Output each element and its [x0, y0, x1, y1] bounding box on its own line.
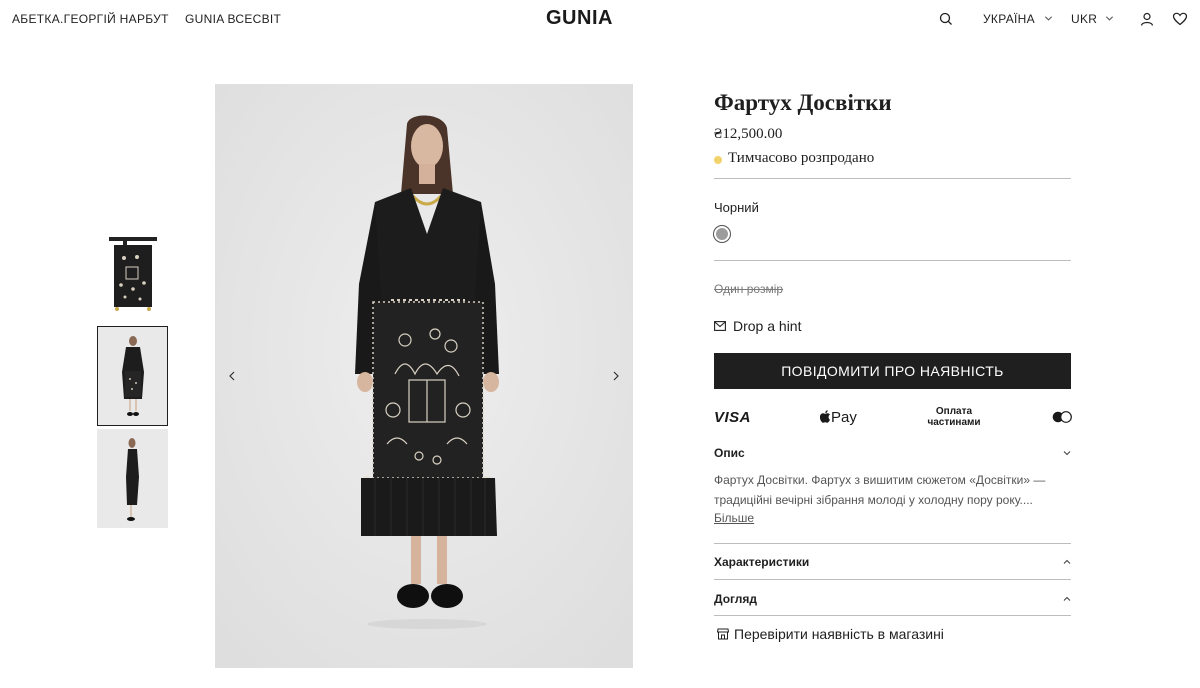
chevron-down-icon[interactable]: [1044, 14, 1053, 23]
language-select[interactable]: UKR: [1071, 12, 1097, 26]
site-header: АБЕТКА.ГЕОРГІЙ НАРБУТ GUNIA ВСЕСВІТ GUNI…: [0, 0, 1200, 38]
chevron-up-icon[interactable]: [1062, 594, 1072, 604]
brand-logo[interactable]: GUNIA: [546, 7, 613, 30]
model-side-image: [97, 429, 168, 528]
apple-pay-label: Pay: [831, 409, 857, 426]
apple-pay-logo: Pay: [819, 409, 857, 426]
apron-image: [109, 237, 157, 311]
product-price: ₴12,500.00: [714, 126, 783, 142]
drop-a-hint-link[interactable]: Drop a hint: [714, 318, 801, 334]
divider: [714, 579, 1071, 580]
care-accordion-title[interactable]: Догляд: [714, 592, 757, 606]
monobank-icon: [1052, 411, 1072, 423]
divider: [714, 543, 1071, 544]
nav-link-gunia-vsesvit[interactable]: GUNIA ВСЕСВІТ: [185, 12, 281, 26]
model-front-image: [98, 327, 167, 425]
nav-link-abetka[interactable]: АБЕТКА.ГЕОРГІЙ НАРБУТ: [12, 12, 169, 26]
product-title: Фартух Досвітки: [714, 90, 892, 115]
apple-icon: [819, 410, 830, 423]
drop-a-hint-label: Drop a hint: [733, 318, 802, 334]
region-select[interactable]: УКРАЇНА: [983, 12, 1035, 26]
search-icon[interactable]: [938, 11, 954, 27]
model-photo: [215, 84, 633, 668]
description-text: Фартух Досвітки. Фартух з вишитим сюжето…: [714, 473, 1046, 507]
notify-availability-button[interactable]: ПОВІДОМИТИ ПРО НАЯВНІСТЬ: [714, 353, 1071, 389]
check-store-label: Перевірити наявність в магазині: [734, 626, 944, 642]
heart-icon[interactable]: [1172, 11, 1188, 27]
color-swatch-black[interactable]: [713, 225, 731, 243]
store-icon: [717, 628, 729, 640]
divider: [714, 260, 1071, 261]
characteristics-accordion-title[interactable]: Характеристики: [714, 555, 809, 569]
chevron-up-icon[interactable]: [1062, 557, 1072, 567]
divider: [714, 178, 1071, 179]
chevron-down-icon[interactable]: [1105, 14, 1114, 23]
next-image-arrow-icon[interactable]: [606, 366, 626, 386]
previous-image-arrow-icon[interactable]: [222, 366, 242, 386]
read-more-link[interactable]: Більше: [714, 511, 754, 525]
description-accordion-title[interactable]: Опис: [714, 446, 745, 460]
chevron-down-icon[interactable]: [1062, 448, 1072, 458]
divider: [714, 615, 1071, 616]
installments-line-2: частинами: [927, 417, 981, 428]
stock-status: Тимчасово розпродано: [728, 150, 875, 166]
thumbnail-model-side[interactable]: [97, 429, 168, 528]
thumbnail-apron[interactable]: [97, 233, 168, 313]
visa-logo: VISA: [714, 409, 752, 426]
product-main-image: [215, 84, 633, 668]
size-option[interactable]: Один розмір: [714, 282, 783, 296]
thumbnail-model-front[interactable]: [97, 326, 168, 426]
installments-logo: Оплата частинами: [924, 406, 984, 428]
check-store-availability-link[interactable]: Перевірити наявність в магазині: [717, 626, 944, 642]
user-icon[interactable]: [1139, 11, 1155, 27]
status-dot-icon: [714, 156, 722, 164]
color-label: Чорний: [714, 200, 759, 215]
installments-line-1: Оплата: [935, 406, 973, 417]
envelope-icon: [714, 321, 726, 331]
